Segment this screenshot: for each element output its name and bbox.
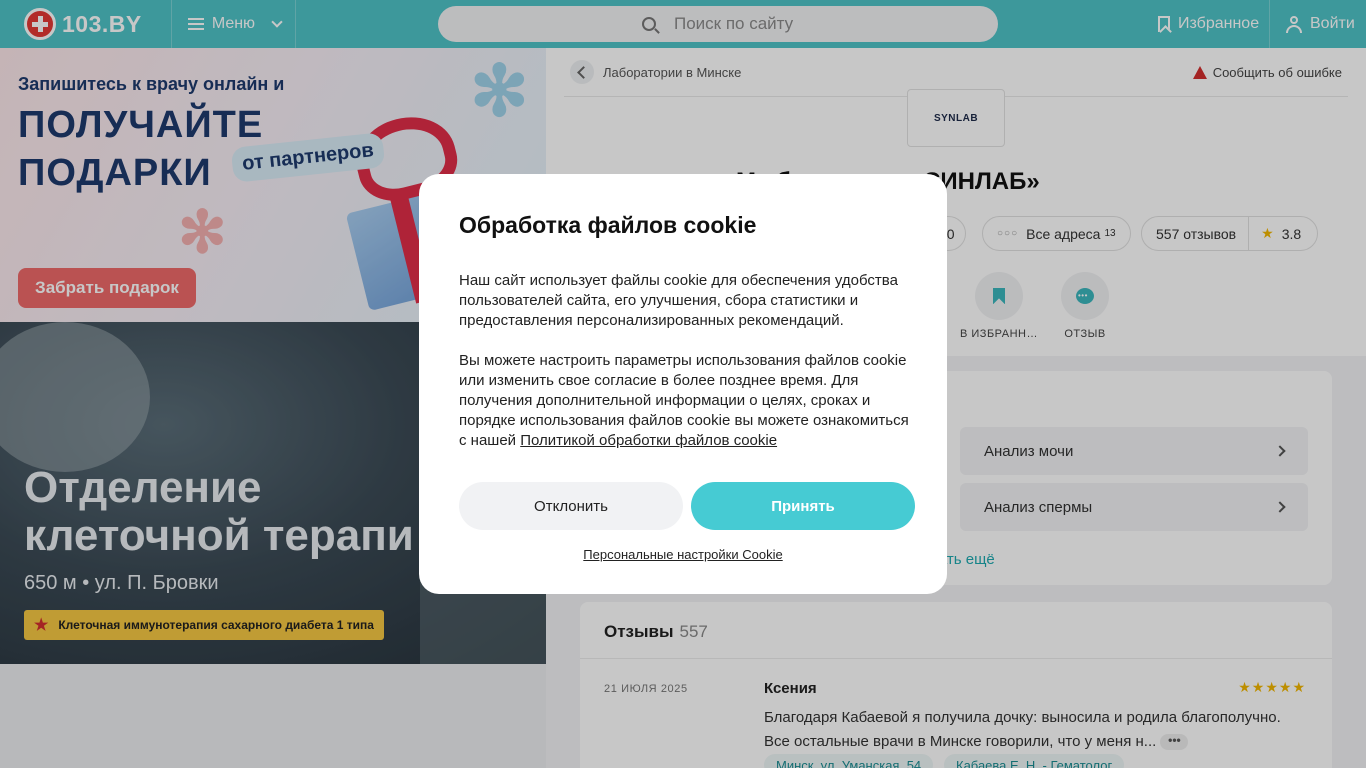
cookie-paragraph-2: Вы можете настроить параметры использова… — [459, 352, 909, 449]
cookie-policy-link[interactable]: Политикой обработки файлов cookie — [520, 432, 777, 449]
cookie-dialog: Обработка файлов cookie Наш сайт использ… — [419, 174, 947, 594]
cookie-paragraph-1: Наш сайт использует файлы cookie для обе… — [459, 272, 898, 329]
accept-button[interactable]: Принять — [691, 482, 915, 530]
decline-button[interactable]: Отклонить — [459, 482, 683, 530]
cookie-title: Обработка файлов cookie — [459, 212, 757, 238]
cookie-settings-link[interactable]: Персональные настройки Cookie — [419, 547, 947, 562]
